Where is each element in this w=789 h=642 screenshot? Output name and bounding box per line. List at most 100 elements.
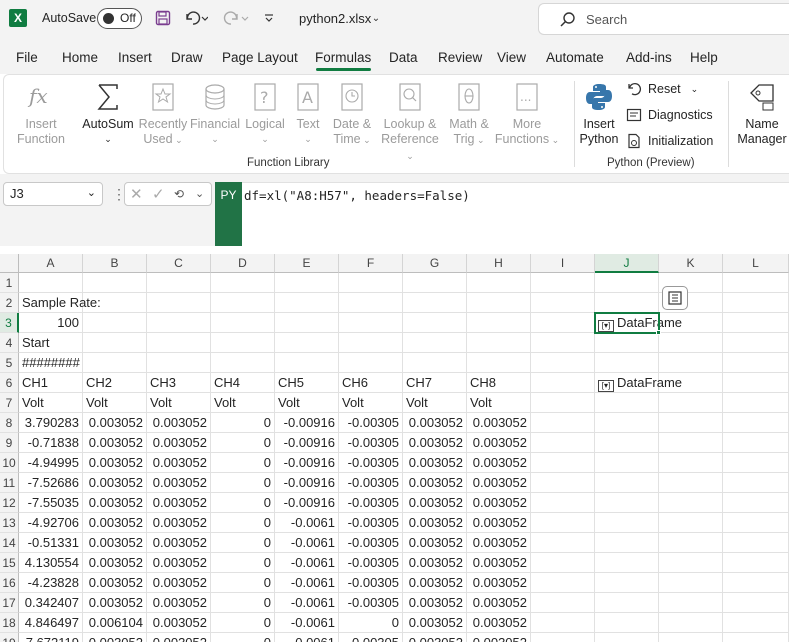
- dataframe-card-icon[interactable]: [▾]: [598, 320, 614, 332]
- cell-k5[interactable]: [659, 353, 723, 373]
- cell-c15[interactable]: 0.003052: [147, 553, 211, 573]
- cell-c5[interactable]: [147, 353, 211, 373]
- cell-h14[interactable]: 0.003052: [467, 533, 531, 553]
- cell-e17[interactable]: -0.0061: [275, 593, 339, 613]
- cell-a9[interactable]: -0.71838: [19, 433, 83, 453]
- cell-d15[interactable]: 0: [211, 553, 275, 573]
- worksheet-grid[interactable]: ABCDEFGHIJKL 1 2 Sample Rate: 3 100 [▾] DataFr…: [0, 254, 789, 642]
- cell-f3[interactable]: [339, 313, 403, 333]
- cell-j8[interactable]: [595, 413, 659, 433]
- cell-k11[interactable]: [659, 473, 723, 493]
- cell-i11[interactable]: [531, 473, 595, 493]
- cell-j11[interactable]: [595, 473, 659, 493]
- column-header-c[interactable]: C: [147, 254, 211, 273]
- cell-i4[interactable]: [531, 333, 595, 353]
- cell-h16[interactable]: 0.003052: [467, 573, 531, 593]
- cell-h19[interactable]: 0.003052: [467, 633, 531, 642]
- cell-e4[interactable]: [275, 333, 339, 353]
- cell-g12[interactable]: 0.003052: [403, 493, 467, 513]
- cell-b6[interactable]: CH2: [83, 373, 147, 393]
- cell-b17[interactable]: 0.003052: [83, 593, 147, 613]
- cell-g1[interactable]: [403, 273, 467, 293]
- undo-icon[interactable]: [183, 8, 209, 28]
- cell-f8[interactable]: -0.00305: [339, 413, 403, 433]
- column-header-k[interactable]: K: [659, 254, 723, 273]
- cell-k10[interactable]: [659, 453, 723, 473]
- cell-l2[interactable]: [723, 293, 789, 313]
- cell-a7[interactable]: Volt: [19, 393, 83, 413]
- cell-k19[interactable]: [659, 633, 723, 642]
- cell-j17[interactable]: [595, 593, 659, 613]
- cell-g18[interactable]: 0.003052: [403, 613, 467, 633]
- cell-h13[interactable]: 0.003052: [467, 513, 531, 533]
- cell-h15[interactable]: 0.003052: [467, 553, 531, 573]
- chevron-down-icon[interactable]: ⌄: [370, 8, 382, 28]
- name-manager-button[interactable]: Name Manager: [734, 81, 789, 147]
- file-name[interactable]: python2.xlsx: [299, 11, 371, 26]
- cell-e5[interactable]: [275, 353, 339, 373]
- cell-d9[interactable]: 0: [211, 433, 275, 453]
- cell-l1[interactable]: [723, 273, 789, 293]
- cell-h2[interactable]: [467, 293, 531, 313]
- tab-data[interactable]: Data: [389, 50, 418, 65]
- cell-i17[interactable]: [531, 593, 595, 613]
- cell-j15[interactable]: [595, 553, 659, 573]
- cell-l6[interactable]: [723, 373, 789, 393]
- cell-k12[interactable]: [659, 493, 723, 513]
- insert-function-button[interactable]: fx Insert Function: [16, 81, 66, 147]
- cell-i5[interactable]: [531, 353, 595, 373]
- row-header-8[interactable]: 8: [0, 413, 19, 433]
- logical-button[interactable]: ? Logical ⌄: [243, 81, 287, 147]
- cell-e13[interactable]: -0.0061: [275, 513, 339, 533]
- cell-g2[interactable]: [403, 293, 467, 313]
- cell-k15[interactable]: [659, 553, 723, 573]
- tab-add-ins[interactable]: Add-ins: [626, 50, 672, 65]
- date-time-button[interactable]: Date & Time ⌄: [330, 81, 374, 148]
- cell-d13[interactable]: 0: [211, 513, 275, 533]
- cell-c7[interactable]: Volt: [147, 393, 211, 413]
- cell-j16[interactable]: [595, 573, 659, 593]
- cell-e8[interactable]: -0.00916: [275, 413, 339, 433]
- cell-d6[interactable]: CH4: [211, 373, 275, 393]
- cell-a17[interactable]: 0.342407: [19, 593, 83, 613]
- cell-a5[interactable]: ########: [19, 353, 83, 373]
- cell-a14[interactable]: -0.51331: [19, 533, 83, 553]
- cell-b3[interactable]: [83, 313, 147, 333]
- cell-b9[interactable]: 0.003052: [83, 433, 147, 453]
- cell-b7[interactable]: Volt: [83, 393, 147, 413]
- cell-j12[interactable]: [595, 493, 659, 513]
- cell-a10[interactable]: -4.94995: [19, 453, 83, 473]
- cell-j3[interactable]: [▾] DataFrame: [594, 312, 682, 334]
- cell-h1[interactable]: [467, 273, 531, 293]
- cell-l8[interactable]: [723, 413, 789, 433]
- cell-i3[interactable]: [531, 313, 595, 333]
- cell-i18[interactable]: [531, 613, 595, 633]
- row-header-2[interactable]: 2: [0, 293, 19, 313]
- cell-b15[interactable]: 0.003052: [83, 553, 147, 573]
- row-header-9[interactable]: 9: [0, 433, 19, 453]
- cell-f4[interactable]: [339, 333, 403, 353]
- cell-g17[interactable]: 0.003052: [403, 593, 467, 613]
- cell-b1[interactable]: [83, 273, 147, 293]
- chevron-down-icon[interactable]: ⌄: [195, 187, 204, 200]
- cell-a16[interactable]: -4.23828: [19, 573, 83, 593]
- cell-b16[interactable]: 0.003052: [83, 573, 147, 593]
- cell-d8[interactable]: 0: [211, 413, 275, 433]
- cell-a18[interactable]: 4.846497: [19, 613, 83, 633]
- tab-draw[interactable]: Draw: [171, 50, 203, 65]
- cell-j10[interactable]: [595, 453, 659, 473]
- column-header-a[interactable]: A: [19, 254, 83, 273]
- cell-g3[interactable]: [403, 313, 467, 333]
- cell-d12[interactable]: 0: [211, 493, 275, 513]
- tab-help[interactable]: Help: [690, 50, 718, 65]
- cell-c16[interactable]: 0.003052: [147, 573, 211, 593]
- column-header-f[interactable]: F: [339, 254, 403, 273]
- cell-l15[interactable]: [723, 553, 789, 573]
- financial-button[interactable]: Financial ⌄: [190, 81, 240, 147]
- cell-h10[interactable]: 0.003052: [467, 453, 531, 473]
- row-header-10[interactable]: 10: [0, 453, 19, 473]
- cell-d3[interactable]: [211, 313, 275, 333]
- cell-l19[interactable]: [723, 633, 789, 642]
- cell-d2[interactable]: [211, 293, 275, 313]
- cell-j4[interactable]: [595, 333, 659, 353]
